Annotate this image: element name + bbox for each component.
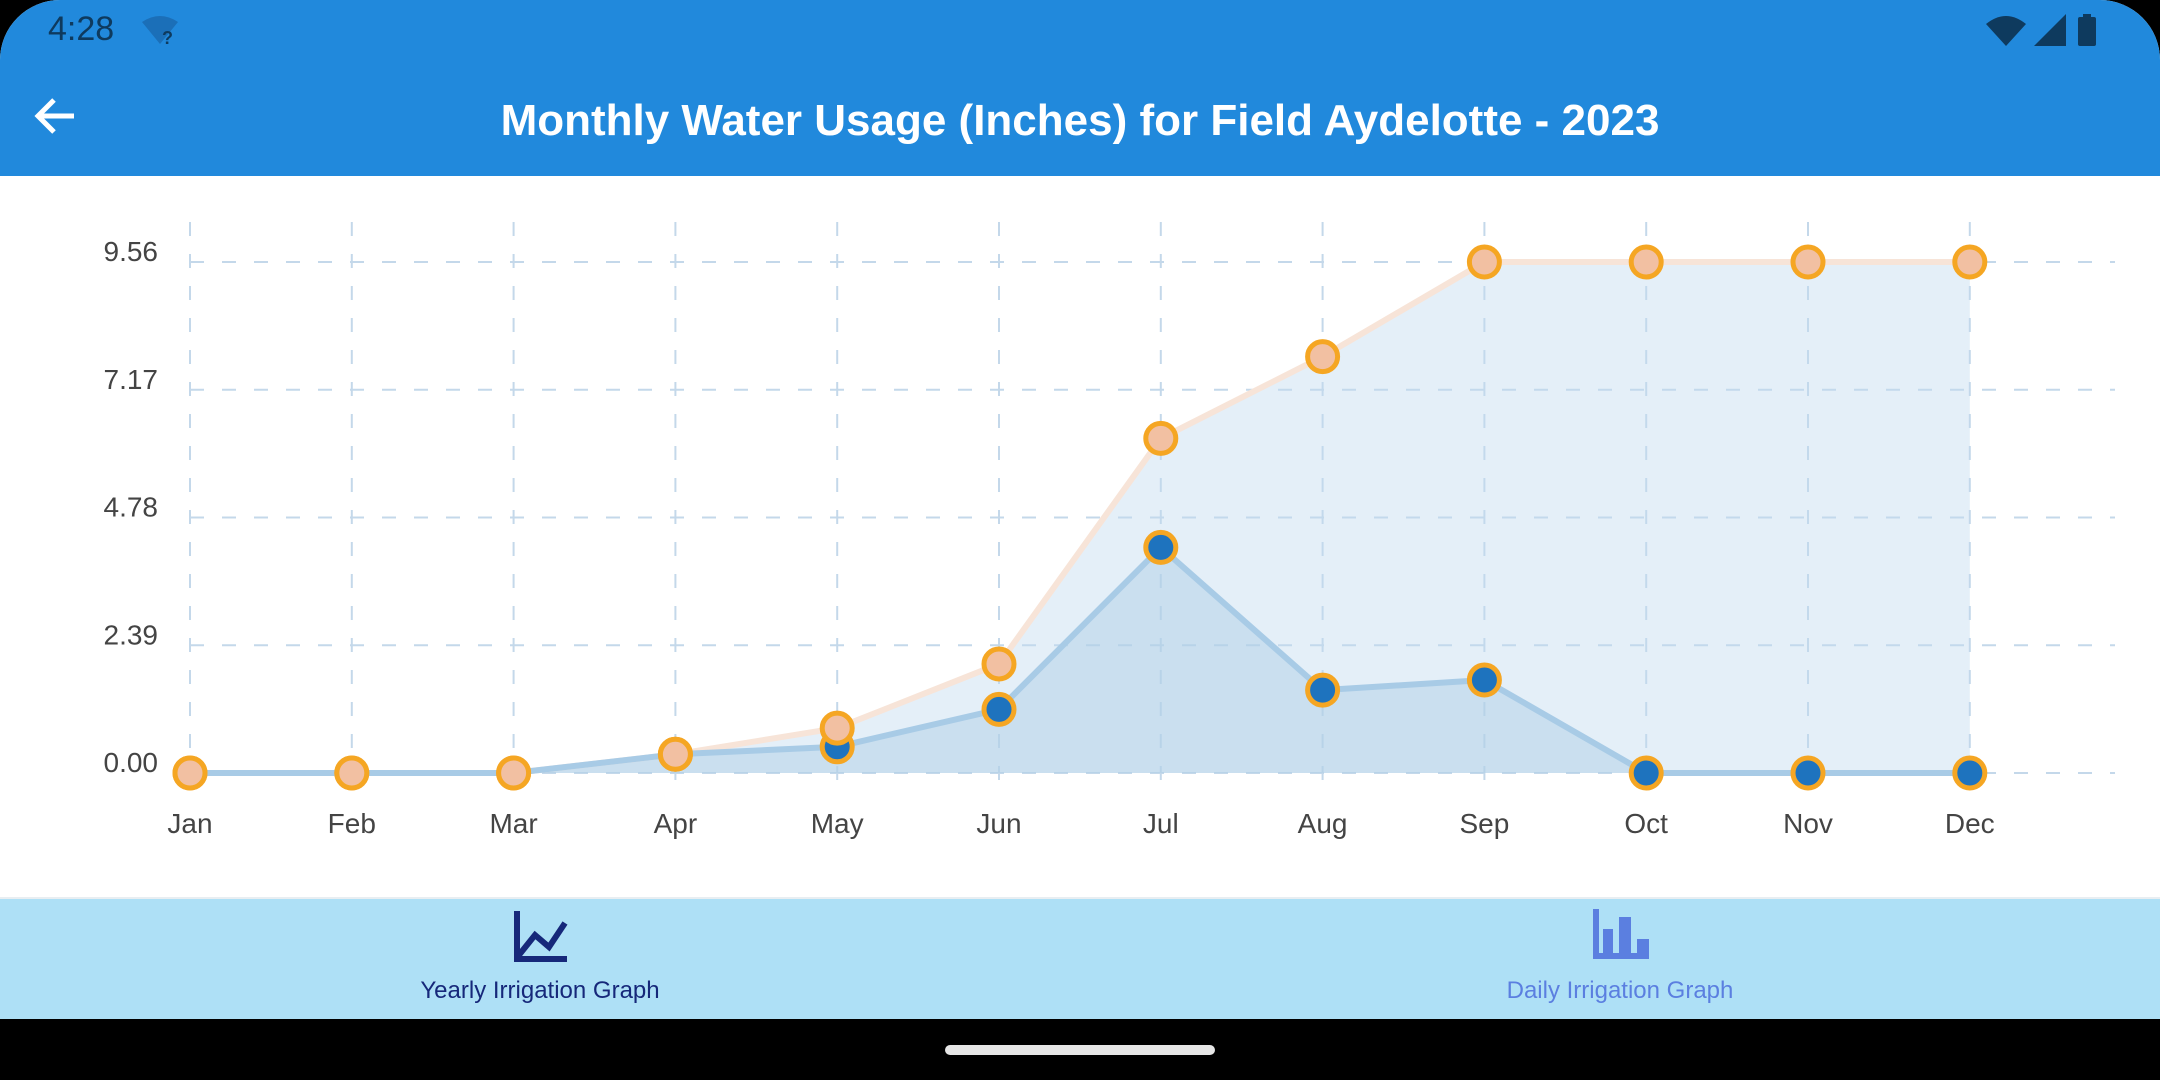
marker-cumulative-jun	[981, 646, 1017, 682]
y-axis-ticks: 0.00 2.39 4.78 7.17 9.56	[104, 236, 159, 778]
marker-monthly-jun	[981, 691, 1017, 727]
marker-cumulative-mar	[496, 755, 532, 791]
svg-text:?: ?	[162, 28, 173, 48]
marker-monthly-sep	[1466, 662, 1502, 698]
y-tick-label: 4.78	[104, 492, 159, 523]
x-tick-label: Jul	[1143, 808, 1179, 839]
bar-chart-icon	[1593, 909, 1649, 959]
marker-monthly-jul	[1143, 529, 1179, 565]
marker-cumulative-sep	[1466, 244, 1502, 280]
marker-monthly-nov	[1790, 755, 1826, 791]
x-tick-label: Mar	[489, 808, 537, 839]
app-bar: 4:28 ? Monthly Water Usage (Inches) for …	[0, 0, 2160, 176]
water-usage-chart: 0.002.394.787.179.56 Jan Feb Mar Apr May Jun J…	[104, 222, 2115, 839]
x-tick-label: Jan	[167, 808, 212, 839]
x-tick-label: Jun	[976, 808, 1021, 839]
nav-label: Yearly Irrigation Graph	[420, 977, 660, 1004]
y-tick-label: 9.56	[104, 236, 159, 267]
y-tick-label: 0.00	[104, 747, 159, 778]
marker-monthly-aug	[1305, 672, 1341, 708]
bottom-navigation: Yearly Irrigation Graph Daily Irrigation…	[0, 897, 2160, 1021]
x-tick-label: Nov	[1783, 808, 1833, 839]
marker-cumulative-jul	[1143, 420, 1179, 456]
marker-cumulative-nov	[1790, 244, 1826, 280]
system-navigation-bar	[0, 1019, 2160, 1080]
marker-cumulative-may	[819, 710, 855, 746]
screen: 4:28 ? Monthly Water Usage (Inches) for …	[0, 0, 2160, 1080]
nav-yearly-irrigation-graph[interactable]: Yearly Irrigation Graph	[290, 899, 790, 1021]
x-tick-label: Oct	[1624, 808, 1668, 839]
x-tick-label: Aug	[1298, 808, 1348, 839]
y-tick-label: 7.17	[104, 364, 159, 395]
home-indicator[interactable]	[945, 1045, 1215, 1055]
nav-label: Daily Irrigation Graph	[1506, 977, 1734, 1004]
marker-cumulative-jan	[172, 755, 208, 791]
marker-monthly-dec	[1952, 755, 1988, 791]
x-tick-label: Dec	[1945, 808, 1995, 839]
marker-cumulative-apr	[657, 736, 693, 772]
x-tick-label: Sep	[1459, 808, 1509, 839]
y-tick-label: 2.39	[104, 619, 159, 650]
status-time: 4:28	[48, 10, 115, 48]
wifi-icon	[1986, 16, 2026, 46]
battery-icon	[2078, 14, 2096, 46]
page-title: Monthly Water Usage (Inches) for Field A…	[500, 96, 1660, 145]
x-tick-label: May	[811, 808, 864, 839]
x-tick-label: Apr	[654, 808, 698, 839]
cell-signal-icon	[2034, 14, 2066, 46]
x-tick-label: Feb	[328, 808, 376, 839]
wifi-unknown-icon: ?	[142, 16, 178, 48]
line-chart-icon	[514, 911, 568, 962]
marker-cumulative-oct	[1628, 244, 1664, 280]
marker-cumulative-aug	[1305, 339, 1341, 375]
marker-monthly-oct	[1628, 755, 1664, 791]
status-icons	[1986, 14, 2098, 46]
x-axis-ticks: Jan Feb Mar Apr May Jun Jul Aug Sep Oct Nov Dec	[167, 808, 1994, 839]
marker-cumulative-feb	[334, 755, 370, 791]
nav-daily-irrigation-graph[interactable]: Daily Irrigation Graph	[1370, 899, 1870, 1021]
marker-cumulative-dec	[1952, 244, 1988, 280]
